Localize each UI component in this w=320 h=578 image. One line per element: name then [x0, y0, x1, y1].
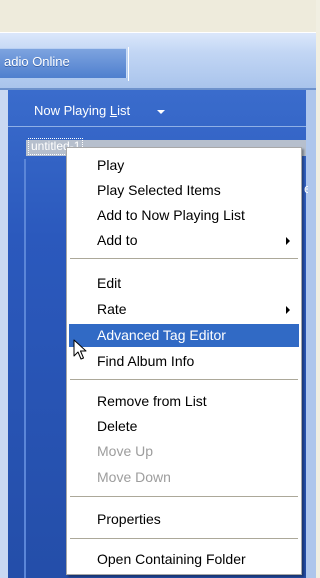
tab-divider — [128, 47, 129, 81]
menu-item-add-to[interactable]: Add to — [69, 229, 299, 252]
menu-item-move-up[interactable]: Move Up — [69, 440, 299, 463]
menu-item-add-to-now-playing-list[interactable]: Add to Now Playing List — [69, 204, 299, 227]
menu-item-remove-from-list[interactable]: Remove from List — [69, 390, 299, 413]
feature-tab-bar: adio Online — [0, 32, 316, 90]
menu-item-properties[interactable]: Properties — [69, 508, 299, 531]
chevron-down-icon[interactable] — [157, 110, 165, 114]
now-playing-list-label-suffix: ist — [117, 103, 131, 118]
menu-separator — [70, 379, 298, 380]
menu-item-play-selected-items[interactable]: Play Selected Items — [69, 179, 299, 202]
menu-item-rate-label: Rate — [97, 301, 127, 317]
list-tree-line — [24, 159, 26, 578]
submenu-arrow-icon — [286, 306, 290, 314]
menu-separator — [70, 258, 298, 259]
tab-radio-online-label: adio Online — [4, 54, 70, 69]
menu-item-rate[interactable]: Rate — [69, 298, 299, 321]
submenu-arrow-icon — [286, 237, 290, 245]
menu-item-delete[interactable]: Delete — [69, 415, 299, 438]
mouse-pointer-icon — [73, 339, 87, 360]
list-item-partial-text: e — [304, 181, 308, 196]
now-playing-list-label-prefix: Now Playing — [34, 103, 110, 118]
menu-item-add-to-label: Add to — [97, 232, 138, 248]
menu-item-play[interactable]: Play — [69, 154, 299, 177]
menu-item-open-containing-folder[interactable]: Open Containing Folder — [69, 548, 299, 571]
menu-item-move-down[interactable]: Move Down — [69, 466, 299, 489]
menu-separator — [70, 496, 298, 497]
menu-item-advanced-tag-editor[interactable]: Advanced Tag Editor — [69, 324, 299, 347]
context-menu: Play Play Selected Items Add to Now Play… — [66, 147, 302, 575]
menu-separator — [70, 538, 298, 539]
menu-item-find-album-info[interactable]: Find Album Info — [69, 350, 299, 373]
menu-item-edit[interactable]: Edit — [69, 272, 299, 295]
window-top-strip — [0, 0, 316, 32]
panel-left-border — [0, 90, 8, 578]
now-playing-list-menu[interactable]: Now Playing List — [34, 103, 130, 118]
panel-right-border — [306, 90, 316, 578]
